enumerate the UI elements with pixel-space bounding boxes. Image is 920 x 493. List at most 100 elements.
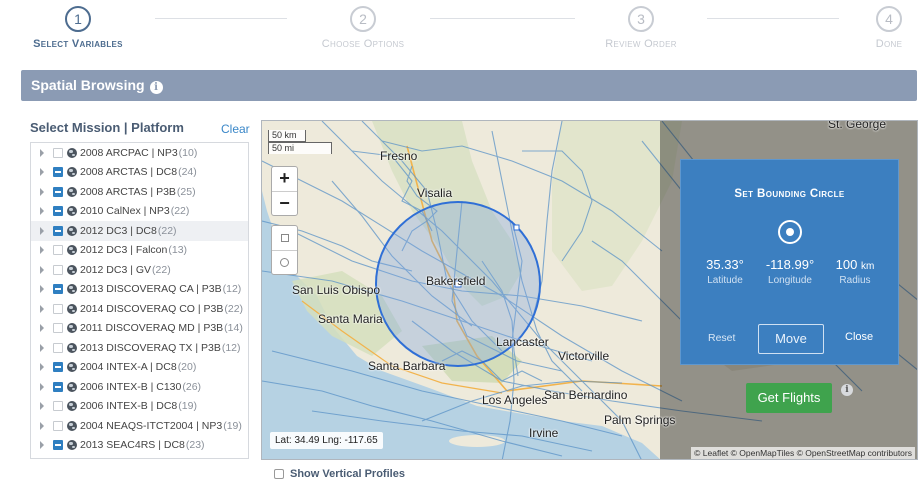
bounding-circle-title: Set Bounding Circle [734,188,845,200]
mission-checkbox[interactable] [53,225,63,236]
mission-checkbox[interactable] [53,362,63,373]
mission-checkbox[interactable] [53,147,63,158]
mission-checkbox[interactable] [53,167,63,178]
expand-arrow-icon[interactable] [40,246,44,255]
step-number: 4 [876,6,902,32]
reset-button[interactable]: Reset [708,332,735,344]
bounding-circle-panel: Set Bounding Circle 35.33° Latitude -118… [680,159,899,365]
move-button[interactable]: Move [758,324,824,354]
info-icon[interactable]: i [841,384,853,396]
mission-checkbox[interactable] [53,264,63,275]
mission-list-item[interactable]: 2004 INTEX-A | DC8 (20) [31,358,248,378]
step-done[interactable]: 4 Done [819,6,920,50]
mission-list-item[interactable]: 2008 ARCTAS | P3B (25) [31,182,248,202]
mission-count: (19) [223,419,242,432]
mission-label: 2013 DISCOVERAQ CA | P3B [80,283,222,296]
mission-checkbox[interactable] [53,303,63,314]
mission-list-item[interactable]: 2008 ARCPAC | NP3 (10) [31,143,248,163]
expand-arrow-icon[interactable] [40,402,44,411]
step-choose-options[interactable]: 2 Choose Options [293,6,433,50]
mission-list-title: Select Mission | Platform [30,120,184,135]
mission-list[interactable]: 2008 ARCPAC | NP3 (10) 2008 ARCTAS | DC8 (2… [30,142,249,459]
expand-arrow-icon[interactable] [40,168,44,177]
expand-arrow-icon[interactable] [40,382,44,391]
city-label: Visalia [417,186,453,200]
mission-label: 2011 DISCOVERAQ MD | P3B [80,322,224,335]
draw-rectangle-button[interactable] [272,226,297,250]
mission-list-item[interactable]: 2013 DISCOVERAQ CA | P3B (12) [31,280,248,300]
expand-arrow-icon[interactable] [40,265,44,274]
longitude-field[interactable]: -118.99° Longitude [760,257,820,286]
show-vertical-profiles-toggle[interactable]: Show Vertical Profiles [274,468,405,480]
mission-checkbox[interactable] [53,186,63,197]
checkbox[interactable] [274,469,284,479]
mission-count: (13) [168,244,188,257]
mission-list-item[interactable]: 2012 DC3 | Falcon (13) [31,241,248,261]
radius-number: 100 [835,257,858,272]
zoom-out-button[interactable]: − [272,191,297,215]
mission-list-item[interactable]: 2011 DISCOVERAQ MD | P3B (14) [31,319,248,339]
mission-list-item[interactable]: 2008 ARCTAS | DC8 (24) [31,163,248,183]
mission-list-item[interactable]: 2006 INTEX-B | C130 (26) [31,377,248,397]
mission-label: 2004 INTEX-A | DC8 [80,361,177,374]
mission-label: 2006 INTEX-B | C130 [80,380,182,393]
mission-checkbox[interactable] [53,342,63,353]
globe-icon [67,323,77,334]
expand-arrow-icon[interactable] [40,226,44,235]
city-label: Bakersfield [426,274,486,288]
zoom-in-button[interactable]: + [272,167,297,191]
globe-icon [67,284,77,295]
zoom-control: + − [271,166,298,216]
mission-list-item[interactable]: 2013 SEAC4RS | DC8 (23) [31,436,248,456]
latitude-field[interactable]: 35.33° Latitude [695,257,755,286]
map-attribution[interactable]: © Leaflet © OpenMapTiles © OpenStreetMap… [691,447,915,459]
step-select-variables[interactable]: 1 Select Variables [8,6,148,50]
mission-count: (22) [157,224,177,237]
mission-checkbox[interactable] [53,440,63,451]
expand-arrow-icon[interactable] [40,324,44,333]
mission-count: (24) [178,166,197,179]
mission-list-item[interactable]: 2006 INTEX-B | DC8 (19) [31,397,248,417]
mission-count: (26) [182,380,202,393]
mission-list-item[interactable]: 2014 DISCOVERAQ CO | P3B (22) [31,299,248,319]
mission-checkbox[interactable] [53,245,63,256]
expand-arrow-icon[interactable] [40,148,44,157]
info-icon[interactable]: i [149,81,163,94]
expand-arrow-icon[interactable] [40,421,44,430]
city-label: Lancaster [496,335,549,349]
mission-checkbox[interactable] [53,206,63,217]
step-connector [155,18,287,19]
expand-arrow-icon[interactable] [40,304,44,313]
close-button[interactable]: Close [845,331,873,343]
get-flights-button[interactable]: Get Flights [746,383,832,413]
mission-list-item[interactable]: 2012 DC3 | GV (22) [31,260,248,280]
radius-field[interactable]: 100 km Radius [825,257,885,286]
expand-arrow-icon[interactable] [40,285,44,294]
mission-checkbox[interactable] [53,381,63,392]
wizard-steps: 1 Select Variables 2 Choose Options 3 Re… [0,0,920,60]
mission-list-item[interactable]: 2012 DC3 | DC8 (22) [31,221,248,241]
expand-arrow-icon[interactable] [40,187,44,196]
circle-icon [280,258,289,267]
draw-circle-button[interactable] [272,250,297,274]
mission-checkbox[interactable] [53,420,63,431]
mission-label: 2013 SEAC4RS | DC8 [80,439,185,452]
mission-list-item[interactable]: 2010 CalNex | NP3 (22) [31,202,248,222]
step-label: Done [875,38,903,50]
globe-icon [67,440,77,451]
step-review-order[interactable]: 3 Review Order [571,6,711,50]
cursor-coordinates: Lat: 34.49 Lng: -117.65 [270,432,383,449]
expand-arrow-icon[interactable] [40,343,44,352]
expand-arrow-icon[interactable] [40,441,44,450]
city-label: Santa Barbara [368,359,446,373]
mission-checkbox[interactable] [53,284,63,295]
mission-list-item[interactable]: 2004 NEAQS-ITCT2004 | NP3 (19) [31,416,248,436]
radius-label: Radius [839,275,871,286]
expand-arrow-icon[interactable] [40,363,44,372]
mission-checkbox[interactable] [53,401,63,412]
clear-link[interactable]: Clear [221,122,250,136]
mission-checkbox[interactable] [53,323,63,334]
expand-arrow-icon[interactable] [40,207,44,216]
panel-title: Spatial Browsing [31,77,145,93]
mission-list-item[interactable]: 2013 DISCOVERAQ TX | P3B (12) [31,338,248,358]
